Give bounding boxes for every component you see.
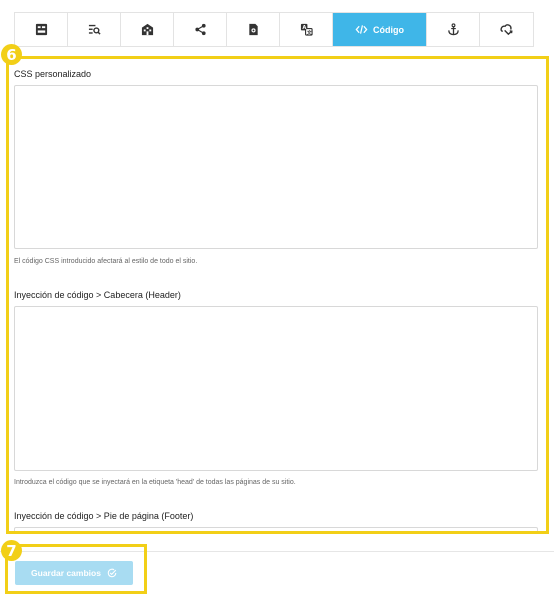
building-icon — [141, 23, 153, 36]
anchor-icon — [447, 23, 459, 36]
save-highlight-frame — [5, 544, 147, 594]
seo-search-icon — [88, 24, 101, 35]
tab-redirects[interactable] — [480, 13, 533, 46]
layout-icon — [35, 23, 47, 36]
tab-social[interactable] — [174, 13, 227, 46]
step-7-badge: 7 — [1, 540, 22, 561]
translate-icon: A文 — [300, 23, 313, 36]
share-icon — [194, 23, 206, 36]
settings-toolbar: A文 Código — [14, 12, 534, 47]
code-icon — [355, 25, 368, 34]
settings-file-icon — [248, 23, 258, 36]
cloud-arrow-icon — [500, 24, 513, 36]
tab-company[interactable] — [121, 13, 174, 46]
svg-text:A: A — [302, 25, 306, 31]
tab-layout[interactable] — [15, 13, 68, 46]
tab-advanced[interactable] — [227, 13, 280, 46]
tab-code[interactable]: Código — [333, 13, 427, 46]
tab-anchor[interactable] — [427, 13, 480, 46]
tab-seo[interactable] — [68, 13, 121, 46]
tab-code-label: Código — [373, 24, 404, 35]
form-highlight-frame — [6, 56, 549, 534]
tab-language[interactable]: A文 — [280, 13, 333, 46]
step-6-badge: 6 — [1, 44, 22, 65]
